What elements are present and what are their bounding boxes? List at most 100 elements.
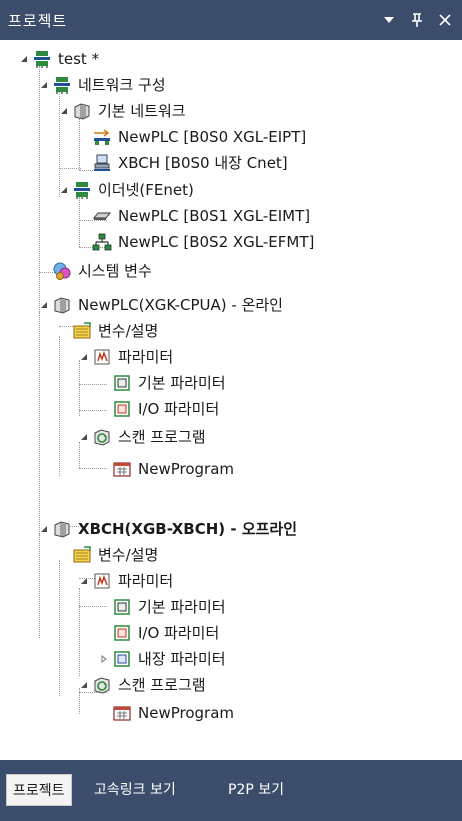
tree-item-label: 파라미터 <box>118 572 174 590</box>
tree-item-newplc-eimt[interactable]: NewPLC [B0S1 XGL-EIMT] <box>92 203 310 229</box>
tree-connector <box>59 168 81 169</box>
tree-item-label: 시스템 변수 <box>78 262 152 280</box>
parameter-document-icon <box>112 597 132 617</box>
scan-program-icon <box>92 675 112 695</box>
parameter-document-icon <box>112 373 132 393</box>
system-variables-icon <box>52 261 72 281</box>
expanded-arrow-icon[interactable] <box>18 53 30 65</box>
tree-item-label: NewPLC [B0S0 XGL-EIPT] <box>118 128 307 146</box>
dropdown-icon[interactable] <box>380 11 398 29</box>
network-topology-icon <box>92 232 112 252</box>
tree-item-label: NewPLC [B0S2 XGL-EFMT] <box>118 233 315 251</box>
tree-item-plc-newplc[interactable]: NewPLC(XGK-CPUA) - 온라인 <box>38 292 283 318</box>
expanded-arrow-icon[interactable] <box>38 299 50 311</box>
tree-connector <box>79 588 80 676</box>
parameters-icon <box>92 571 112 591</box>
tree-item-newplc-efmt[interactable]: NewPLC [B0S2 XGL-EFMT] <box>92 229 314 255</box>
tree-item-label: I/O 파라미터 <box>138 624 220 642</box>
tree-item-label: 파라미터 <box>118 348 174 366</box>
tree-item-label: test * <box>58 50 100 68</box>
tree-connector <box>59 560 60 696</box>
tree-item-label: 변수/설명 <box>98 322 159 340</box>
tree-item-plc1-program[interactable]: NewProgram <box>112 456 234 482</box>
tree-item-plc2-program[interactable]: NewProgram <box>112 700 234 726</box>
tree-item-plc1-basic-param[interactable]: 기본 파라미터 <box>112 370 226 396</box>
variables-icon <box>72 545 92 565</box>
network-icon <box>72 180 92 200</box>
tree-item-label: 스캔 프로그램 <box>118 428 206 446</box>
network-icon <box>32 49 52 69</box>
tab-label: P2P 보기 <box>228 782 285 798</box>
expanded-arrow-icon[interactable] <box>38 79 50 91</box>
tree-item-plc-xbch[interactable]: XBCH(XGB-XBCH) - 오프라인 <box>38 516 297 542</box>
tree-item-system-vars[interactable]: 시스템 변수 <box>52 258 152 284</box>
tree-item-label: 기본 파라미터 <box>138 374 226 392</box>
expanded-arrow-icon[interactable] <box>78 351 90 363</box>
tree-item-plc2-builtin-param[interactable]: 내장 파라미터 <box>98 646 226 672</box>
scan-program-icon <box>92 427 112 447</box>
project-tree: test * 네트워크 구성 기본 네트워크 NewPLC [B0S0 XGL-… <box>0 40 462 760</box>
tree-item-network-config[interactable]: 네트워크 구성 <box>38 72 166 98</box>
expanded-arrow-icon[interactable] <box>58 105 70 117</box>
tree-connector <box>39 312 40 534</box>
expanded-arrow-icon[interactable] <box>78 679 90 691</box>
variables-icon <box>72 321 92 341</box>
program-icon <box>112 459 132 479</box>
tree-connector <box>79 384 107 385</box>
bottom-tab-bar: 프로젝트 고속링크 보기 P2P 보기 <box>0 760 462 821</box>
tab-p2p[interactable]: P2P 보기 <box>222 774 290 804</box>
tree-item-plc1-variables[interactable]: 변수/설명 <box>72 318 158 344</box>
cpu-module-icon <box>52 519 72 539</box>
close-icon[interactable] <box>436 11 454 29</box>
tree-item-label: I/O 파라미터 <box>138 400 220 418</box>
tree-connector <box>79 410 107 411</box>
expanded-arrow-icon[interactable] <box>78 431 90 443</box>
expanded-arrow-icon[interactable] <box>58 184 70 196</box>
tree-item-plc2-scan-program[interactable]: 스캔 프로그램 <box>78 672 206 698</box>
expanded-arrow-icon[interactable] <box>38 523 50 535</box>
parameter-document-icon <box>112 623 132 643</box>
tree-item-label: 네트워크 구성 <box>78 76 166 94</box>
tree-item-root[interactable]: test * <box>18 46 99 72</box>
tree-item-label: XBCH(XGB-XBCH) - 오프라인 <box>78 520 298 538</box>
tree-connector <box>79 606 107 607</box>
tree-item-label: XBCH [B0S0 내장 Cnet] <box>118 154 288 172</box>
cpu-module-icon <box>52 295 72 315</box>
parameters-icon <box>92 347 112 367</box>
tree-item-label: NewPLC(XGK-CPUA) - 온라인 <box>78 296 283 314</box>
tab-high-speed-link[interactable]: 고속링크 보기 <box>88 774 182 804</box>
tree-item-plc1-scan-program[interactable]: 스캔 프로그램 <box>78 424 206 450</box>
tree-item-ethernet[interactable]: 이더넷(FEnet) <box>58 177 194 203</box>
parameter-document-icon <box>112 649 132 669</box>
network-icon <box>52 75 72 95</box>
panel-title: 프로젝트 <box>8 11 68 30</box>
tree-item-plc1-io-param[interactable]: I/O 파라미터 <box>112 396 219 422</box>
tree-item-xbch-cnet[interactable]: XBCH [B0S0 내장 Cnet] <box>92 150 288 176</box>
tree-item-label: NewProgram <box>138 460 235 478</box>
tree-connector <box>79 468 107 469</box>
tree-item-newplc-eipt[interactable]: NewPLC [B0S0 XGL-EIPT] <box>92 124 306 150</box>
tree-item-plc1-parameters[interactable]: 파라미터 <box>78 344 173 370</box>
tree-connector <box>39 66 40 312</box>
tree-item-plc2-parameters[interactable]: 파라미터 <box>78 568 173 594</box>
tree-item-label: 내장 파라미터 <box>138 650 226 668</box>
panel-titlebar: 프로젝트 <box>0 0 462 40</box>
tree-item-plc2-io-param[interactable]: I/O 파라미터 <box>112 620 219 646</box>
tab-label: 프로젝트 <box>13 783 65 799</box>
tree-item-basic-network[interactable]: 기본 네트워크 <box>58 98 186 124</box>
tree-connector <box>79 197 80 247</box>
pin-icon[interactable] <box>408 11 426 29</box>
tree-item-label: NewPLC [B0S1 XGL-EIMT] <box>118 207 311 225</box>
ethernet-card-icon <box>92 206 112 226</box>
tab-project[interactable]: 프로젝트 <box>6 774 72 806</box>
parameter-document-icon <box>112 399 132 419</box>
expanded-arrow-icon[interactable] <box>78 575 90 587</box>
panel-titlebar-buttons <box>380 0 454 40</box>
tree-connector <box>79 118 80 170</box>
tree-item-label: 이더넷(FEnet) <box>98 181 194 199</box>
collapsed-arrow-icon[interactable] <box>98 653 110 665</box>
tree-item-label: 변수/설명 <box>98 546 159 564</box>
tree-item-plc2-basic-param[interactable]: 기본 파라미터 <box>112 594 226 620</box>
tree-item-plc2-variables[interactable]: 변수/설명 <box>72 542 158 568</box>
tree-connector <box>39 534 40 638</box>
